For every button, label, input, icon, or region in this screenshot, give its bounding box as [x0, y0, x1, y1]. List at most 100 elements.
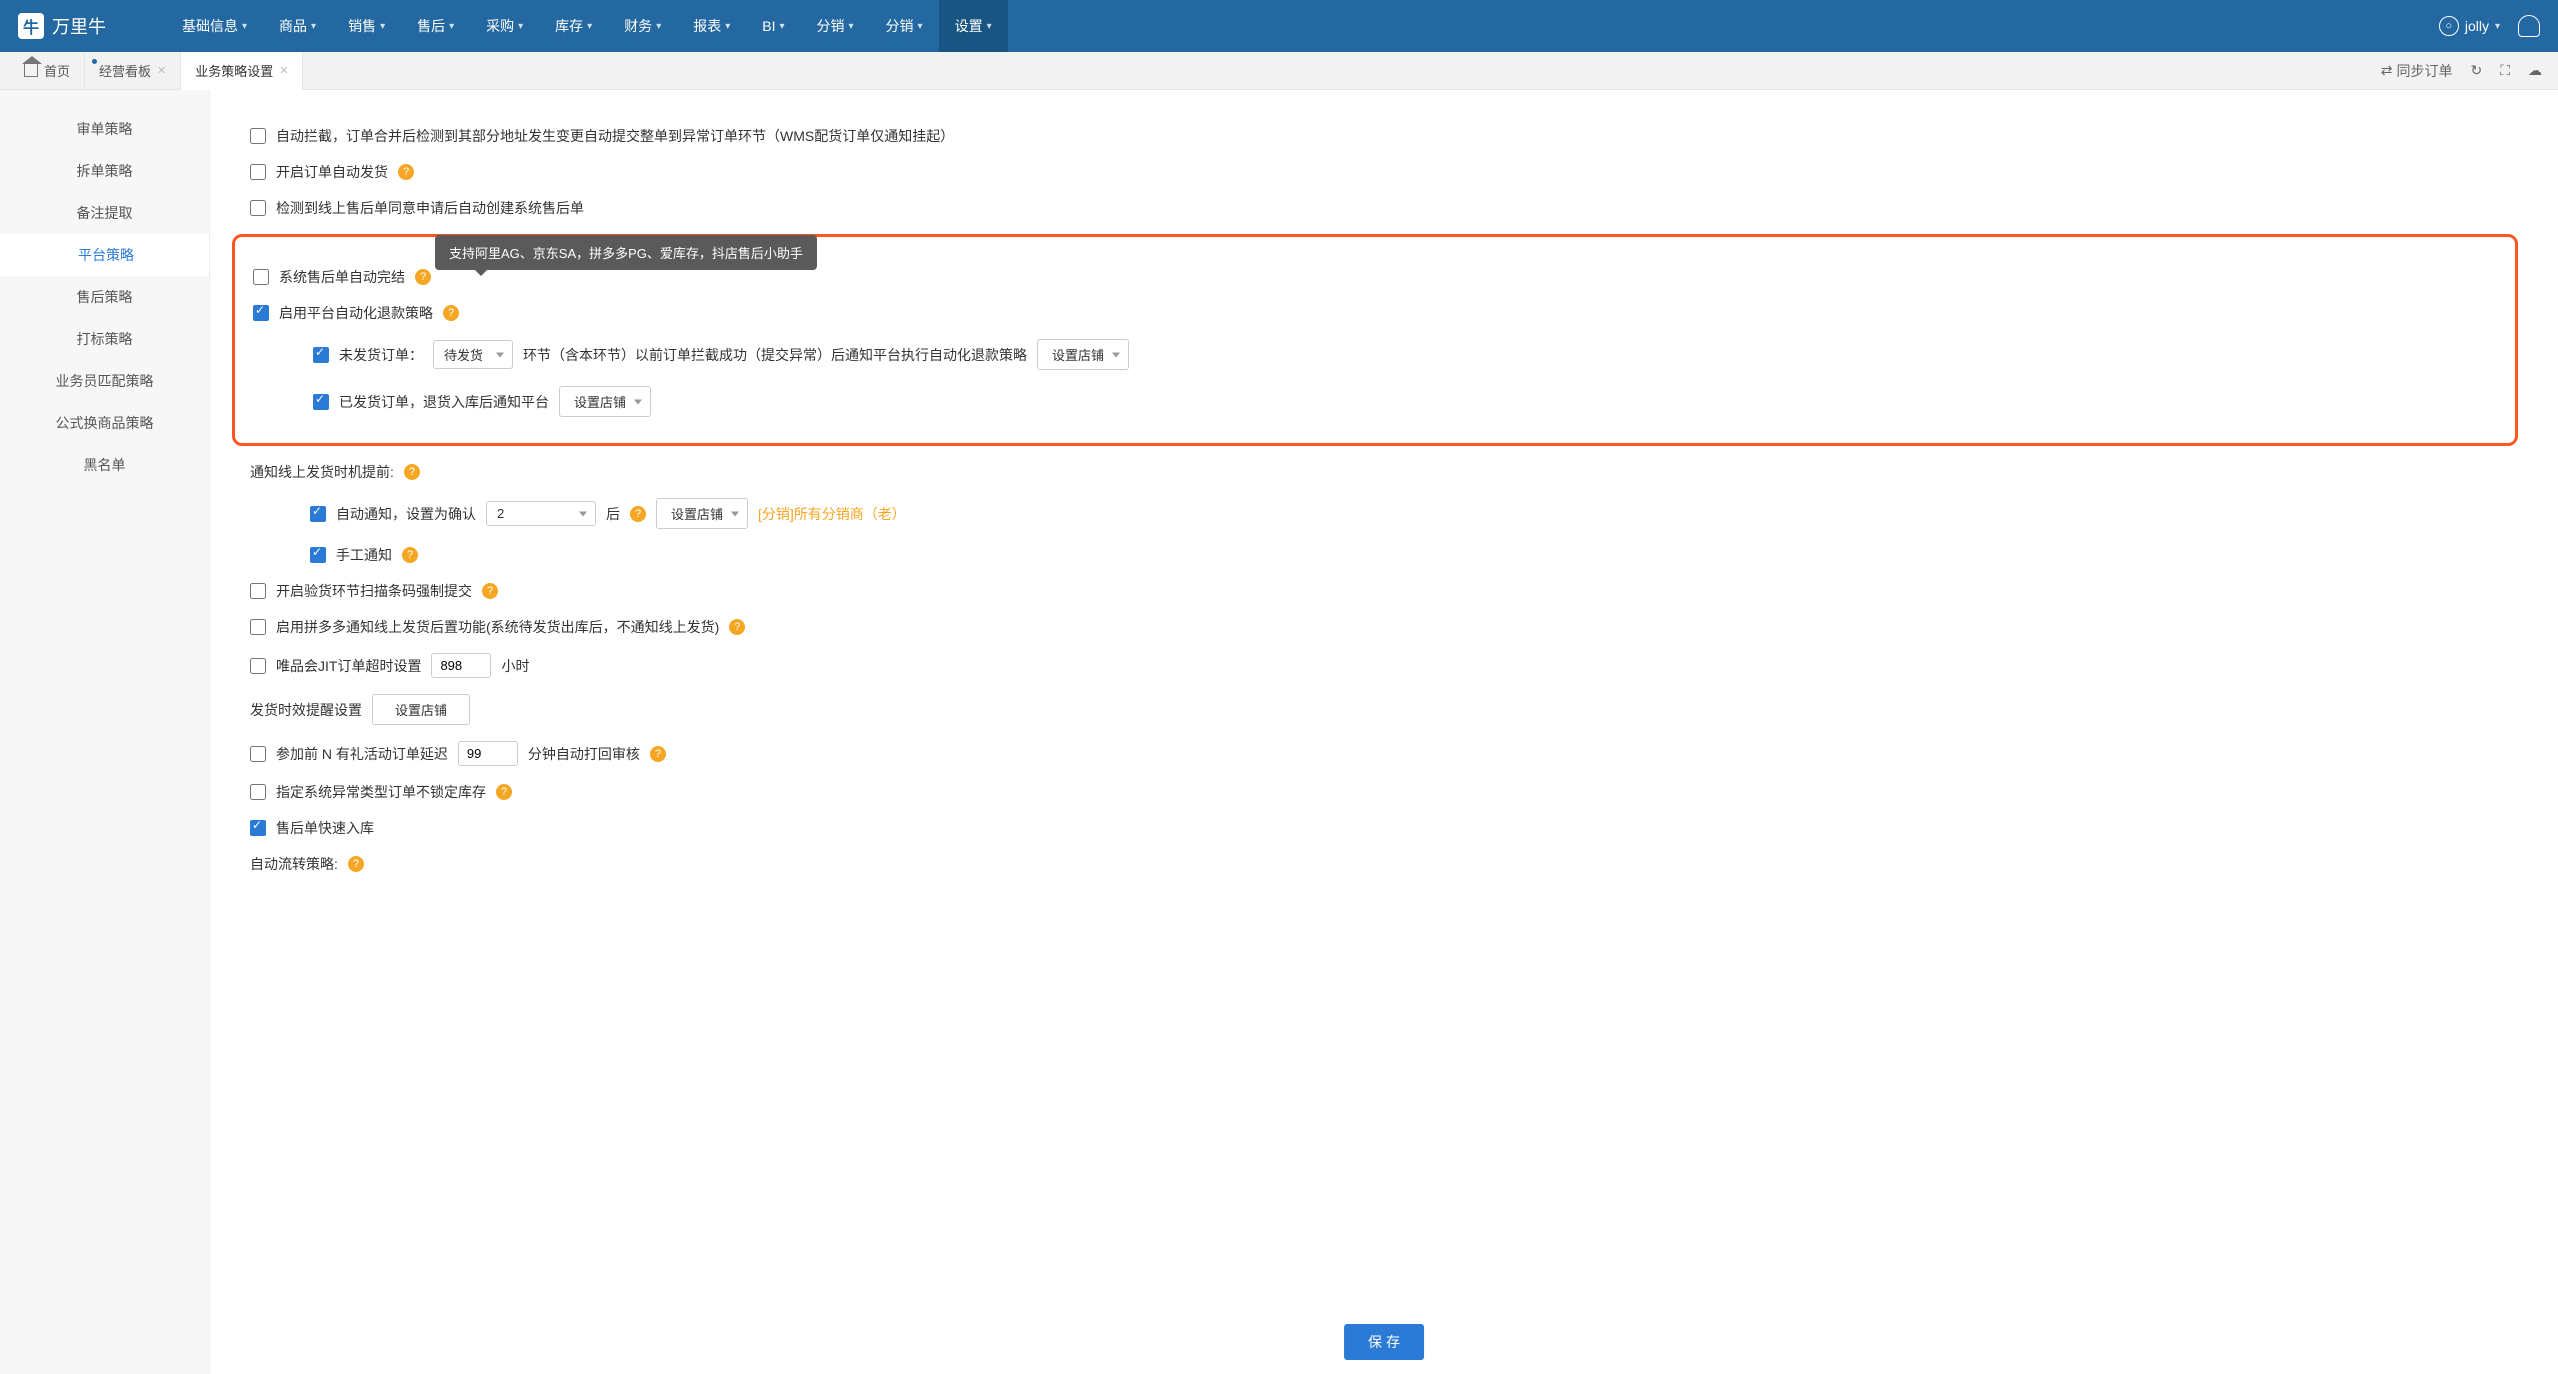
- nav-label: 库存: [555, 16, 583, 36]
- select-confirm-count[interactable]: 2: [486, 501, 596, 526]
- nav-item[interactable]: 设置▾: [939, 0, 1008, 52]
- set-shop-button[interactable]: 设置店铺: [559, 386, 651, 417]
- logo-icon: 牛: [18, 13, 44, 39]
- nav-item[interactable]: 销售▾: [332, 0, 401, 52]
- option-no-lock: 指定系统异常类型订单不锁定库存 ?: [250, 782, 2518, 802]
- nav-item[interactable]: 采购▾: [470, 0, 539, 52]
- checkbox-enable-refund[interactable]: [253, 305, 269, 321]
- headset-icon[interactable]: [2518, 15, 2540, 37]
- checkbox-auto-intercept[interactable]: [250, 128, 266, 144]
- sidebar-item[interactable]: 拆单策略: [0, 150, 209, 192]
- chevron-down-icon: ▾: [311, 21, 316, 32]
- tab-biz-strategy[interactable]: 业务策略设置 ✕: [181, 52, 303, 90]
- input-gift-delay-min[interactable]: [458, 741, 518, 766]
- help-icon[interactable]: ?: [650, 746, 666, 762]
- fullscreen-icon[interactable]: ⛶: [2500, 62, 2510, 79]
- nav-item[interactable]: BI▾: [746, 0, 800, 52]
- help-icon[interactable]: ?: [482, 583, 498, 599]
- chevron-down-icon: ▾: [449, 21, 454, 32]
- checkbox-fast-in[interactable]: [250, 820, 266, 836]
- refresh-icon[interactable]: ↻: [2470, 62, 2482, 79]
- close-icon[interactable]: ✕: [157, 64, 166, 77]
- input-vip-jit-hours[interactable]: [431, 653, 491, 678]
- sidebar-item[interactable]: 业务员匹配策略: [0, 360, 209, 402]
- option-pdd-notify: 启用拼多多通知线上发货后置功能(系统待发货出库后，不通知线上发货) ?: [250, 617, 2518, 637]
- save-bar: 保 存: [1344, 1324, 1424, 1360]
- help-icon[interactable]: ?: [402, 547, 418, 563]
- nav-item[interactable]: 商品▾: [263, 0, 332, 52]
- help-icon[interactable]: ?: [729, 619, 745, 635]
- tab-label: 业务策略设置: [195, 61, 273, 80]
- chevron-down-icon: ▾: [2495, 21, 2500, 32]
- sync-orders-button[interactable]: ⇄ 同步订单: [2381, 61, 2453, 81]
- chevron-down-icon: ▾: [779, 21, 784, 32]
- checkbox-auto-notify[interactable]: [310, 506, 326, 522]
- select-unshipped-stage[interactable]: 待发货: [433, 340, 513, 369]
- label: 指定系统异常类型订单不锁定库存: [276, 782, 486, 802]
- sidebar-item[interactable]: 打标策略: [0, 318, 209, 360]
- chevron-down-icon: ▾: [242, 21, 247, 32]
- help-icon[interactable]: ?: [630, 506, 646, 522]
- checkbox-gift-delay[interactable]: [250, 746, 266, 762]
- checkbox-manual-notify[interactable]: [310, 547, 326, 563]
- nav-item[interactable]: 库存▾: [539, 0, 608, 52]
- chevron-down-icon: ▾: [656, 21, 661, 32]
- checkbox-auto-ship[interactable]: [250, 164, 266, 180]
- tab-home[interactable]: 首页: [10, 52, 85, 90]
- option-refund-shipped: 已发货订单，退货入库后通知平台 设置店铺: [235, 386, 2497, 417]
- sidebar-item[interactable]: 备注提取: [0, 192, 209, 234]
- help-icon[interactable]: ?: [398, 164, 414, 180]
- checkbox-pdd-notify[interactable]: [250, 619, 266, 635]
- label: 自动流转策略:: [250, 854, 338, 874]
- sidebar-item[interactable]: 平台策略: [0, 234, 209, 276]
- option-ship-remind: 发货时效提醒设置 设置店铺: [250, 694, 2518, 725]
- nav-item[interactable]: 售后 ▾: [401, 0, 470, 52]
- nav-item[interactable]: 分销▾: [801, 0, 870, 52]
- cloud-upload-icon[interactable]: ☁: [2528, 62, 2542, 79]
- checkbox-no-lock[interactable]: [250, 784, 266, 800]
- label: 自动拦截，订单合并后检测到其部分地址发生变更自动提交整单到异常订单环节（WMS配…: [276, 126, 954, 146]
- sidebar-item[interactable]: 审单策略: [0, 108, 209, 150]
- help-icon[interactable]: ?: [348, 856, 364, 872]
- main-nav: 基础信息▾商品▾销售▾售后▾采购▾库存▾财务▾报表▾BI▾分销▾分销▾设置▾: [166, 0, 2439, 52]
- label: 开启验货环节扫描条码强制提交: [276, 581, 472, 601]
- checkbox-scan-force[interactable]: [250, 583, 266, 599]
- label: 开启订单自动发货: [276, 162, 388, 182]
- user-menu[interactable]: ○ jolly ▾: [2439, 16, 2500, 36]
- label: 售后单快速入库: [276, 818, 374, 838]
- nav-item[interactable]: 报表▾: [677, 0, 746, 52]
- nav-label: 分销: [886, 16, 914, 36]
- checkbox-vip-jit[interactable]: [250, 658, 266, 674]
- help-icon[interactable]: ?: [496, 784, 512, 800]
- option-vip-jit: 唯品会JIT订单超时设置 小时: [250, 653, 2518, 678]
- nav-item[interactable]: 财务▾: [608, 0, 677, 52]
- checkbox-after-sale-finish[interactable]: [253, 269, 269, 285]
- checkbox-unshipped[interactable]: [313, 347, 329, 363]
- checkbox-shipped[interactable]: [313, 394, 329, 410]
- sync-label: 同步订单: [2396, 61, 2452, 81]
- tab-dashboard[interactable]: 经营看板 ✕: [85, 52, 181, 90]
- checkbox-after-sale-create[interactable]: [250, 200, 266, 216]
- help-icon[interactable]: ?: [404, 464, 420, 480]
- chevron-down-icon: ▾: [849, 21, 854, 32]
- user-name: jolly: [2465, 18, 2489, 34]
- help-icon[interactable]: ?: [415, 269, 431, 285]
- chevron-down-icon: ▾: [380, 21, 385, 32]
- save-button[interactable]: 保 存: [1344, 1324, 1424, 1360]
- help-icon[interactable]: ?: [443, 305, 459, 321]
- home-icon: [24, 64, 38, 77]
- option-after-sale-auto-finish: 系统售后单自动完结 ?: [235, 267, 2497, 287]
- sidebar-item[interactable]: 公式换商品策略: [0, 402, 209, 444]
- sidebar-item[interactable]: 售后策略: [0, 276, 209, 318]
- distributor-note: [分销]所有分销商（老）: [758, 504, 906, 524]
- nav-item[interactable]: 分销▾: [870, 0, 939, 52]
- close-icon[interactable]: ✕: [279, 64, 288, 77]
- nav-item[interactable]: 基础信息▾: [166, 0, 263, 52]
- sidebar-item[interactable]: 黑名单: [0, 444, 209, 486]
- set-shop-button[interactable]: 设置店铺: [372, 694, 470, 725]
- chevron-down-icon: ▾: [518, 21, 523, 32]
- nav-label: 售后: [417, 16, 445, 36]
- set-shop-button[interactable]: 设置店铺: [1037, 339, 1129, 370]
- brand-logo: 牛 万里牛: [18, 13, 106, 39]
- set-shop-button[interactable]: 设置店铺: [656, 498, 748, 529]
